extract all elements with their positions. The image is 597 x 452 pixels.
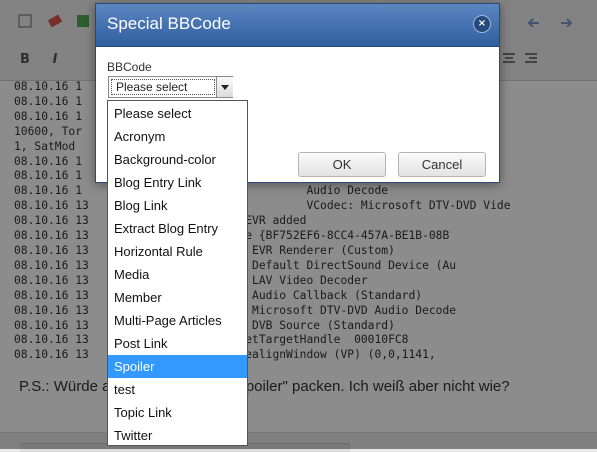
bbcode-dropdown-list: Please select Acronym Background-color Blog…: [107, 100, 248, 446]
dropdown-option[interactable]: Spoiler: [108, 355, 247, 378]
bbcode-select[interactable]: Please select: [108, 76, 233, 98]
dropdown-option[interactable]: Multi-Page Articles: [108, 309, 247, 332]
dropdown-option[interactable]: Blog Link: [108, 194, 247, 217]
dropdown-option[interactable]: test: [108, 378, 247, 401]
dialog-header: Special BBCode ×: [96, 4, 499, 47]
cancel-button[interactable]: Cancel: [398, 152, 486, 177]
dropdown-option[interactable]: Twitter: [108, 424, 247, 445]
dropdown-option[interactable]: Background-color: [108, 148, 247, 171]
close-icon[interactable]: ×: [473, 15, 491, 33]
dialog-title: Special BBCode: [107, 14, 231, 33]
ok-button[interactable]: OK: [298, 152, 386, 177]
select-value: Please select: [111, 79, 215, 95]
dropdown-option[interactable]: Media: [108, 263, 247, 286]
dropdown-option[interactable]: Blog Entry Link: [108, 171, 247, 194]
dropdown-option[interactable]: Post Link: [108, 332, 247, 355]
dropdown-option[interactable]: Horizontal Rule: [108, 240, 247, 263]
bbcode-label: BBCode: [107, 60, 152, 74]
dropdown-option[interactable]: Member: [108, 286, 247, 309]
dropdown-option[interactable]: Acronym: [108, 125, 247, 148]
chevron-down-icon[interactable]: [216, 77, 233, 97]
dropdown-option[interactable]: Extract Blog Entry: [108, 217, 247, 240]
dropdown-option[interactable]: Please select: [108, 102, 247, 125]
dropdown-option[interactable]: Topic Link: [108, 401, 247, 424]
